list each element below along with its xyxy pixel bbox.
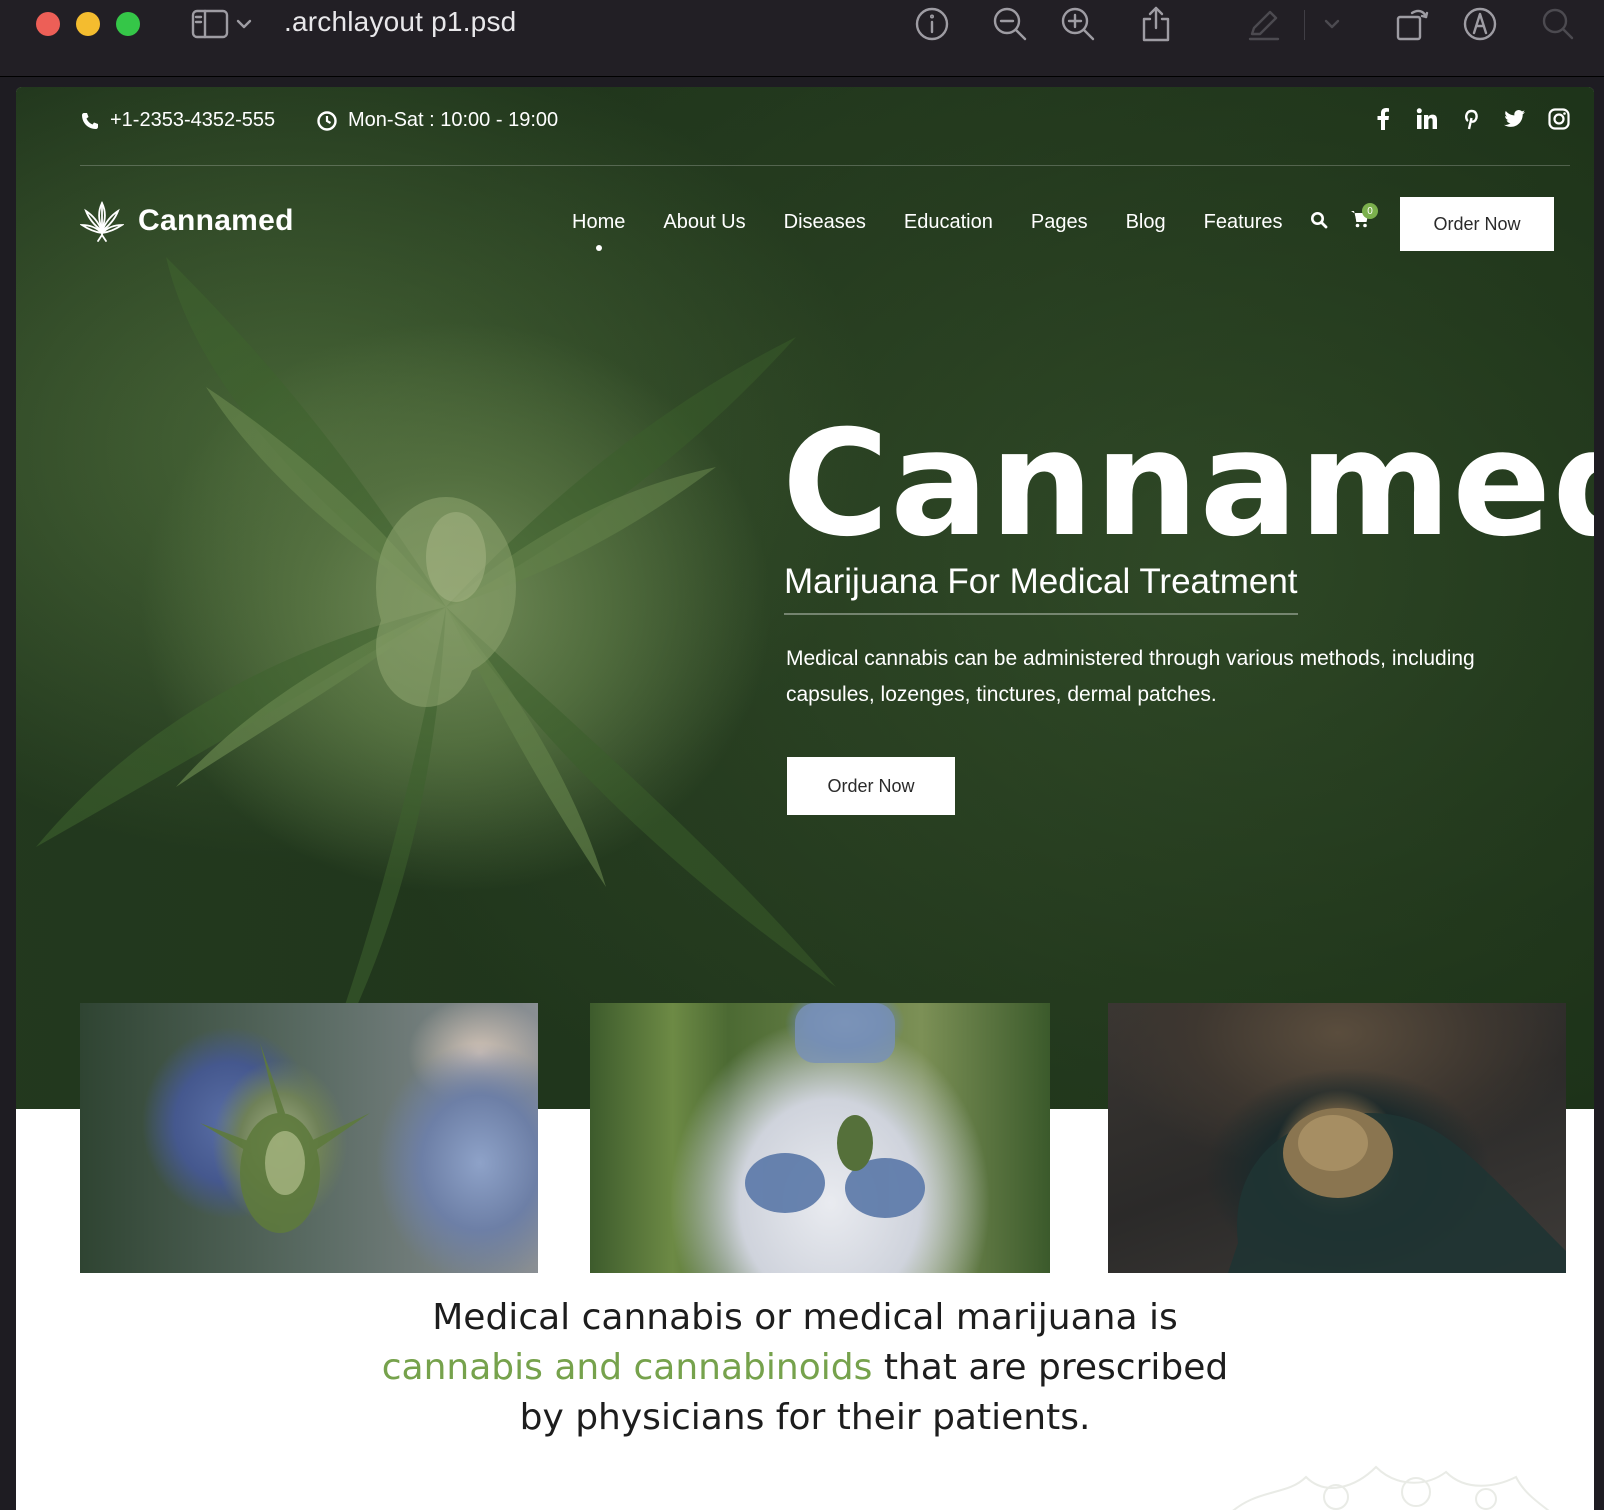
social-links	[1372, 107, 1570, 131]
facebook-icon[interactable]	[1372, 107, 1394, 131]
nav-item-home[interactable]: Home	[572, 211, 625, 251]
logo-text: Cannamed	[138, 204, 294, 237]
instagram-icon[interactable]	[1548, 107, 1570, 131]
nav-item-education[interactable]: Education	[904, 211, 993, 234]
annotate-icon[interactable]	[1460, 4, 1500, 44]
phone-icon	[82, 112, 98, 129]
nav-item-diseases[interactable]: Diseases	[784, 211, 866, 234]
info-icon[interactable]	[912, 4, 952, 44]
opening-hours: Mon-Sat : 10:00 - 19:00	[348, 109, 559, 131]
chevron-down-icon[interactable]	[1322, 4, 1342, 44]
main-nav: Home About Us Diseases Education Pages B…	[572, 211, 1321, 251]
photo-card-pipe[interactable]	[1108, 1003, 1566, 1273]
hero-subtitle: Marijuana For Medical Treatment	[784, 561, 1298, 615]
hero-description: Medical cannabis can be administered thr…	[786, 647, 1475, 706]
nav-item-about-us[interactable]: About Us	[663, 211, 745, 234]
zoom-in-icon[interactable]	[1058, 4, 1098, 44]
sidebar-icon[interactable]	[190, 4, 230, 44]
phone-number: +1-2353-4352-555	[110, 109, 276, 131]
hero-title: Cannamed	[782, 399, 1594, 569]
minimize-window-button[interactable]	[76, 12, 100, 36]
document-title: .archlayout p1.psd	[284, 6, 517, 37]
intro-tagline: Medical cannabis or medical marijuana is…	[16, 1293, 1594, 1443]
close-window-button[interactable]	[36, 12, 60, 36]
search-icon[interactable]	[1538, 4, 1578, 44]
tagline-line-2-rest: that are prescribed	[883, 1347, 1229, 1388]
chevron-down-icon[interactable]	[234, 4, 254, 44]
hero-order-now-button[interactable]: Order Now	[787, 757, 955, 815]
scientist-image	[745, 1003, 925, 1218]
hero-section: +1-2353-4352-555 Mon-Sat : 10:00 - 19:00	[16, 87, 1594, 1109]
window-titlebar: .archlayout p1.psd	[0, 0, 1604, 77]
phone-info[interactable]: +1-2353-4352-555	[80, 109, 275, 132]
linkedin-icon[interactable]	[1416, 107, 1438, 131]
website-mockup: +1-2353-4352-555 Mon-Sat : 10:00 - 19:00	[16, 87, 1594, 1510]
search-icon[interactable]	[1310, 211, 1328, 234]
hours-info: Mon-Sat : 10:00 - 19:00	[316, 109, 558, 132]
site-logo[interactable]: Cannamed	[80, 199, 294, 243]
tagline-line-1: Medical cannabis or medical marijuana is	[432, 1297, 1178, 1338]
pinterest-icon[interactable]	[1460, 107, 1482, 131]
tagline-highlight: cannabis and cannabinoids	[381, 1347, 873, 1388]
nav-item-features[interactable]: Features	[1204, 211, 1283, 234]
twitter-icon[interactable]	[1504, 107, 1526, 131]
tagline-line-2: cannabis and cannabinoids that are presc…	[16, 1343, 1594, 1393]
tagline-line-3: by physicians for their patients.	[519, 1397, 1091, 1438]
cannabis-leaf-icon	[80, 200, 124, 242]
share-icon[interactable]	[1136, 4, 1176, 44]
toolbar-divider	[1304, 10, 1305, 40]
topbar-divider	[80, 165, 1570, 166]
fullscreen-window-button[interactable]	[116, 12, 140, 36]
markup-pen-icon[interactable]	[1244, 4, 1284, 44]
photo-card-gloved-hand-bud[interactable]	[80, 1003, 538, 1273]
document-canvas: +1-2353-4352-555 Mon-Sat : 10:00 - 19:00	[0, 78, 1604, 1510]
rotate-icon[interactable]	[1392, 4, 1432, 44]
nav-item-blog[interactable]: Blog	[1126, 211, 1166, 234]
nav-item-pages[interactable]: Pages	[1031, 211, 1088, 234]
clock-icon	[317, 110, 337, 131]
cannabis-pipe-image	[1228, 1108, 1566, 1273]
photo-card-scientist[interactable]	[590, 1003, 1050, 1273]
cart-count-badge: 0	[1362, 203, 1378, 219]
zoom-out-icon[interactable]	[990, 4, 1030, 44]
decorative-line-art	[1232, 1465, 1550, 1510]
topbar: +1-2353-4352-555 Mon-Sat : 10:00 - 19:00	[80, 105, 1570, 137]
order-now-button[interactable]: Order Now	[1400, 197, 1554, 251]
cannabis-bud-image	[200, 1043, 370, 1233]
